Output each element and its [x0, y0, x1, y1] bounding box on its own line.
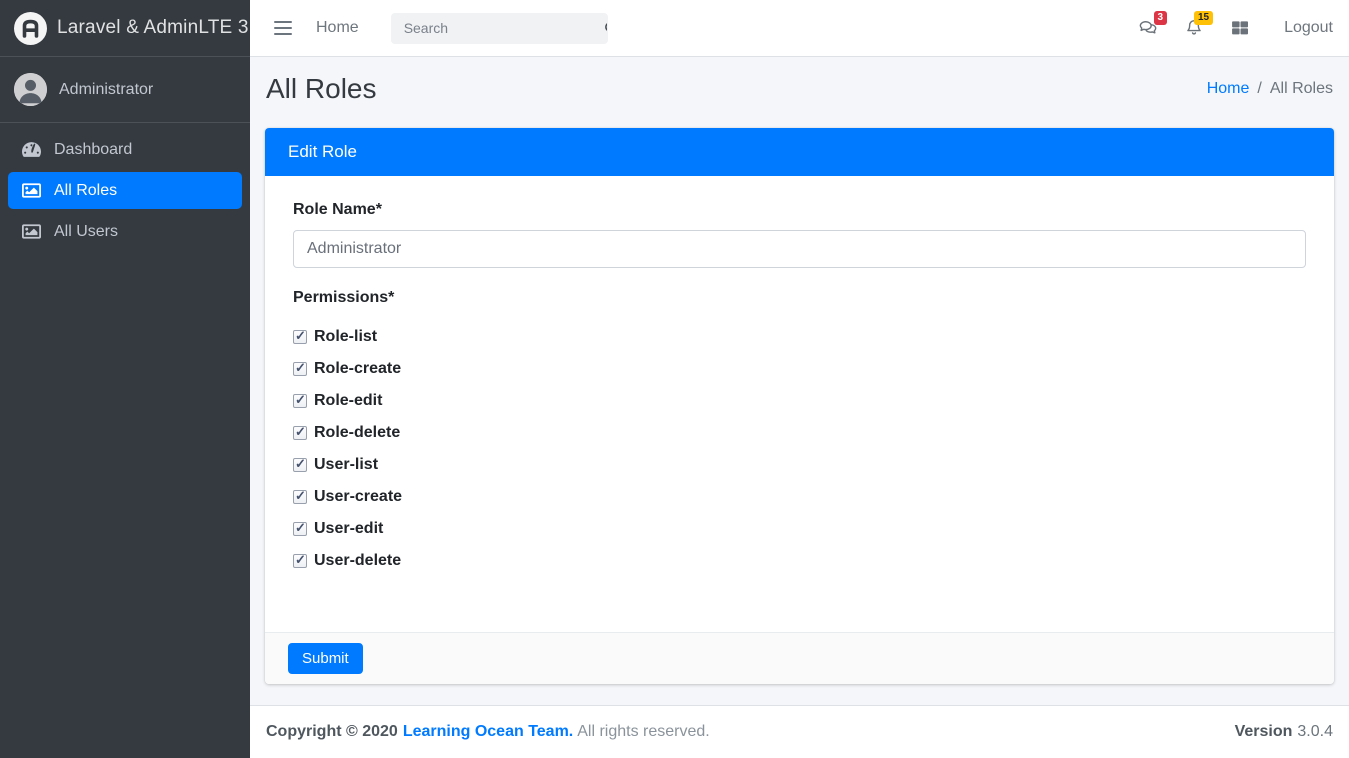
sidebar-item-dashboard[interactable]: Dashboard: [8, 131, 242, 168]
card-footer: Submit: [265, 632, 1334, 684]
permission-checkbox[interactable]: [293, 394, 307, 408]
role-name-group: Role Name*: [293, 200, 1306, 268]
permission-checkbox[interactable]: [293, 426, 307, 440]
navbar-right: 3 15 Logout: [1112, 18, 1333, 38]
brand-title: Laravel & AdminLTE 3: [57, 17, 249, 39]
top-navbar: Home 3 15: [250, 0, 1349, 57]
permission-row-role-edit: Role-edit: [293, 393, 1306, 409]
role-name-input[interactable]: [293, 230, 1306, 268]
sidebar: Laravel & AdminLTE 3 Administrator Dashb…: [0, 0, 250, 758]
permission-label[interactable]: Role-create: [314, 360, 401, 378]
search-icon: [603, 20, 608, 36]
tachometer-icon: [22, 140, 41, 159]
th-large-icon: [1230, 18, 1250, 38]
navbar-search: [391, 13, 608, 44]
logout-link[interactable]: Logout: [1284, 19, 1333, 37]
breadcrumb-current: All Roles: [1270, 80, 1333, 98]
card-header: Edit Role: [265, 128, 1334, 176]
notifications-menu[interactable]: 15: [1184, 18, 1204, 38]
brand[interactable]: Laravel & AdminLTE 3: [0, 0, 250, 57]
breadcrumb-home-link[interactable]: Home: [1207, 80, 1250, 98]
submit-button[interactable]: Submit: [288, 643, 363, 674]
permission-checkbox[interactable]: [293, 458, 307, 472]
permission-row-user-delete: User-delete: [293, 553, 1306, 569]
breadcrumb: Home / All Roles: [1207, 80, 1333, 98]
role-name-label: Role Name*: [293, 200, 1306, 219]
permission-checkbox[interactable]: [293, 554, 307, 568]
copyright-text: Copyright © 2020: [266, 723, 398, 741]
permission-label[interactable]: User-list: [314, 456, 378, 474]
content-header: All Roles Home / All Roles: [250, 57, 1349, 121]
messages-badge: 3: [1154, 11, 1168, 25]
permission-label[interactable]: Role-list: [314, 328, 377, 346]
sidebar-item-label: All Users: [54, 223, 118, 241]
rights-text: All rights reserved.: [577, 723, 710, 741]
hamburger-menu-icon[interactable]: [274, 21, 292, 35]
user-avatar[interactable]: [14, 73, 47, 106]
permission-label[interactable]: User-create: [314, 488, 402, 506]
image-icon: [22, 181, 41, 200]
adminlte-logo-icon: [14, 12, 47, 45]
permission-row-user-edit: User-edit: [293, 521, 1306, 537]
card-body: Role Name* Permissions* Role-list: [265, 176, 1334, 632]
sidebar-nav: Dashboard All Roles All Users: [0, 131, 250, 254]
permission-checkbox[interactable]: [293, 522, 307, 536]
permissions-label: Permissions*: [293, 288, 1306, 307]
page-title: All Roles: [266, 72, 376, 106]
permission-checkbox[interactable]: [293, 490, 307, 504]
permission-label[interactable]: User-edit: [314, 520, 383, 538]
permission-label[interactable]: Role-delete: [314, 424, 400, 442]
main-area: Home 3 15: [250, 0, 1349, 758]
permission-row-role-delete: Role-delete: [293, 425, 1306, 441]
sidebar-item-label: Dashboard: [54, 141, 132, 159]
user-name[interactable]: Administrator: [59, 81, 153, 99]
main-footer: Copyright © 2020 Learning Ocean Team. Al…: [250, 705, 1349, 758]
sidebar-item-all-roles[interactable]: All Roles: [8, 172, 242, 209]
breadcrumb-separator: /: [1257, 80, 1261, 98]
permission-label[interactable]: Role-edit: [314, 392, 382, 410]
permission-row-role-list: Role-list: [293, 329, 1306, 345]
permission-label[interactable]: User-delete: [314, 552, 401, 570]
image-icon: [22, 222, 41, 241]
user-panel: Administrator: [0, 57, 250, 123]
permission-row-user-list: User-list: [293, 457, 1306, 473]
version-text: Version3.0.4: [1235, 723, 1333, 741]
permission-checkbox[interactable]: [293, 330, 307, 344]
edit-role-card: Edit Role Role Name* Permissions* Role-l…: [265, 128, 1334, 684]
permission-row-user-create: User-create: [293, 489, 1306, 505]
permissions-list: Role-list Role-create Role-edit: [293, 329, 1306, 569]
search-button[interactable]: [597, 20, 608, 36]
sidebar-item-all-users[interactable]: All Users: [8, 213, 242, 250]
content: Edit Role Role Name* Permissions* Role-l…: [250, 121, 1349, 684]
search-input[interactable]: [392, 20, 597, 36]
team-link[interactable]: Learning Ocean Team.: [403, 723, 573, 741]
navbar-home-link[interactable]: Home: [316, 19, 359, 37]
notifications-badge: 15: [1194, 11, 1213, 25]
sidebar-item-label: All Roles: [54, 182, 117, 200]
widgets-menu[interactable]: [1230, 18, 1250, 38]
messages-menu[interactable]: 3: [1138, 18, 1158, 38]
permission-checkbox[interactable]: [293, 362, 307, 376]
permission-row-role-create: Role-create: [293, 361, 1306, 377]
